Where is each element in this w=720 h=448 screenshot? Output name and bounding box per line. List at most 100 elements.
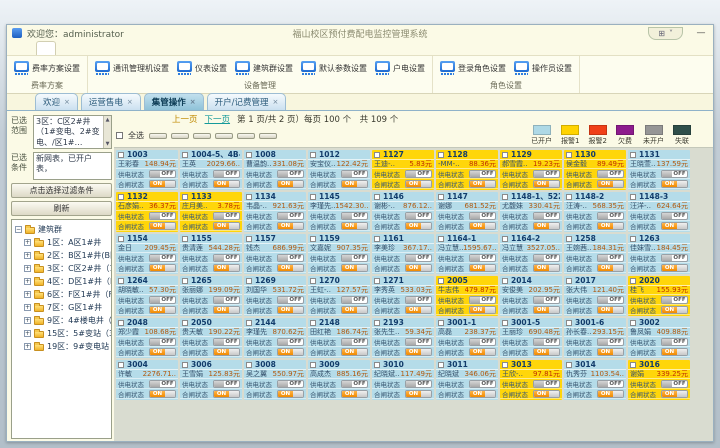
breaker-toggle[interactable]: ON (213, 222, 240, 230)
breaker-toggle[interactable]: ON (277, 348, 304, 356)
ribbon-button[interactable]: 登录角色设置 (436, 59, 510, 77)
tree-item[interactable]: + 3区：C区2#井（1#变… (24, 262, 111, 275)
refresh-button[interactable]: 刷新 (11, 201, 112, 216)
meter-checkbox[interactable] (182, 320, 188, 326)
ribbon-button[interactable]: 默认参数设置 (297, 59, 371, 77)
supply-toggle[interactable]: OFF (533, 380, 560, 388)
meter-checkbox[interactable] (438, 194, 444, 200)
meter-checkbox[interactable] (310, 362, 316, 368)
meter-checkbox[interactable] (182, 278, 188, 284)
breaker-toggle[interactable]: ON (597, 390, 624, 398)
meter-checkbox[interactable] (566, 320, 572, 326)
meter-checkbox[interactable] (310, 236, 316, 242)
meter-checkbox[interactable] (118, 236, 124, 242)
meter-checkbox[interactable] (438, 236, 444, 242)
expand-icon[interactable]: + (24, 304, 31, 311)
breaker-toggle[interactable]: ON (469, 390, 496, 398)
document-tab[interactable]: 开户/记费管理 × (207, 93, 287, 110)
meter-checkbox[interactable] (438, 320, 444, 326)
meter-checkbox[interactable] (502, 194, 508, 200)
breaker-toggle[interactable]: ON (213, 264, 240, 272)
meter-checkbox[interactable] (630, 194, 636, 200)
supply-toggle[interactable]: OFF (597, 170, 624, 178)
breaker-toggle[interactable]: ON (469, 348, 496, 356)
menu-item[interactable] (36, 41, 56, 55)
meter-checkbox[interactable] (630, 362, 636, 368)
breaker-toggle[interactable]: ON (533, 264, 560, 272)
collapse-icon[interactable]: − (15, 226, 22, 233)
breaker-toggle[interactable]: ON (533, 390, 560, 398)
meter-checkbox[interactable] (246, 152, 252, 158)
supply-toggle[interactable]: OFF (341, 170, 368, 178)
supply-toggle[interactable]: OFF (341, 338, 368, 346)
meter-checkbox[interactable] (118, 362, 124, 368)
tree-item[interactable]: + 9区：4#楼电井（4#楼… (24, 314, 111, 327)
meter-checkbox[interactable] (566, 278, 572, 284)
meter-checkbox[interactable] (374, 194, 380, 200)
breaker-toggle[interactable]: ON (533, 180, 560, 188)
scroll-up-icon[interactable]: ▲ (106, 117, 110, 124)
meter-checkbox[interactable] (630, 236, 636, 242)
tree-item[interactable]: + 7区：G区1#井 (24, 301, 111, 314)
supply-toggle[interactable]: OFF (597, 254, 624, 262)
supply-toggle[interactable]: OFF (533, 170, 560, 178)
supply-toggle[interactable]: OFF (533, 212, 560, 220)
breaker-toggle[interactable]: ON (405, 264, 432, 272)
meter-checkbox[interactable] (502, 362, 508, 368)
meter-checkbox[interactable] (374, 152, 380, 158)
meter-checkbox[interactable] (374, 278, 380, 284)
meter-checkbox[interactable] (566, 236, 572, 242)
action-button[interactable] (149, 133, 167, 139)
breaker-toggle[interactable]: ON (661, 306, 688, 314)
supply-toggle[interactable]: OFF (597, 212, 624, 220)
breaker-toggle[interactable]: ON (597, 222, 624, 230)
layout-icon[interactable]: ⊞ (658, 29, 665, 38)
meter-checkbox[interactable] (630, 320, 636, 326)
supply-toggle[interactable]: OFF (277, 254, 304, 262)
breaker-toggle[interactable]: ON (469, 222, 496, 230)
meter-checkbox[interactable] (502, 320, 508, 326)
meter-checkbox[interactable] (438, 362, 444, 368)
tree-item[interactable]: + 6区：F区1#井（F区… (24, 288, 111, 301)
supply-toggle[interactable]: OFF (213, 212, 240, 220)
supply-toggle[interactable]: OFF (149, 212, 176, 220)
tree-item[interactable]: + 2区：B区1#井(B区1#… (24, 249, 111, 262)
breaker-toggle[interactable]: ON (597, 348, 624, 356)
breaker-toggle[interactable]: ON (597, 180, 624, 188)
ribbon-button[interactable]: 户电设置 (371, 59, 429, 77)
meter-checkbox[interactable] (246, 320, 252, 326)
expand-icon[interactable]: + (24, 239, 31, 246)
document-tab[interactable]: 集管操作 × (144, 93, 204, 110)
breaker-toggle[interactable]: ON (405, 180, 432, 188)
action-button[interactable] (193, 133, 211, 139)
meter-checkbox[interactable] (502, 278, 508, 284)
meter-checkbox[interactable] (438, 278, 444, 284)
scroll-down-icon[interactable]: ▼ (106, 141, 110, 148)
meter-checkbox[interactable] (374, 236, 380, 242)
breaker-toggle[interactable]: ON (149, 264, 176, 272)
expand-icon[interactable]: + (24, 317, 31, 324)
supply-toggle[interactable]: OFF (149, 380, 176, 388)
selected-range-listbox[interactable]: 3区：C区2#井 （1#变电、2#变电、/区1#… ▲ ▼ (33, 115, 112, 149)
meter-checkbox[interactable] (566, 194, 572, 200)
supply-toggle[interactable]: OFF (149, 296, 176, 304)
minimize-button[interactable]: — (694, 28, 708, 38)
meter-checkbox[interactable] (502, 236, 508, 242)
meter-checkbox[interactable] (118, 152, 124, 158)
breaker-toggle[interactable]: ON (341, 348, 368, 356)
supply-toggle[interactable]: OFF (213, 338, 240, 346)
ribbon-button[interactable]: 仪表设置 (173, 59, 231, 77)
meter-checkbox[interactable] (566, 362, 572, 368)
ribbon-button[interactable]: 通讯管理机设置 (91, 59, 173, 77)
supply-toggle[interactable]: OFF (277, 296, 304, 304)
supply-toggle[interactable]: OFF (341, 296, 368, 304)
action-button[interactable] (237, 133, 255, 139)
supply-toggle[interactable]: OFF (341, 212, 368, 220)
meter-checkbox[interactable] (310, 320, 316, 326)
supply-toggle[interactable]: OFF (661, 254, 688, 262)
menu-item[interactable] (101, 41, 119, 55)
meter-checkbox[interactable] (566, 152, 572, 158)
meter-checkbox[interactable] (182, 194, 188, 200)
meter-checkbox[interactable] (182, 236, 188, 242)
supply-toggle[interactable]: OFF (405, 296, 432, 304)
